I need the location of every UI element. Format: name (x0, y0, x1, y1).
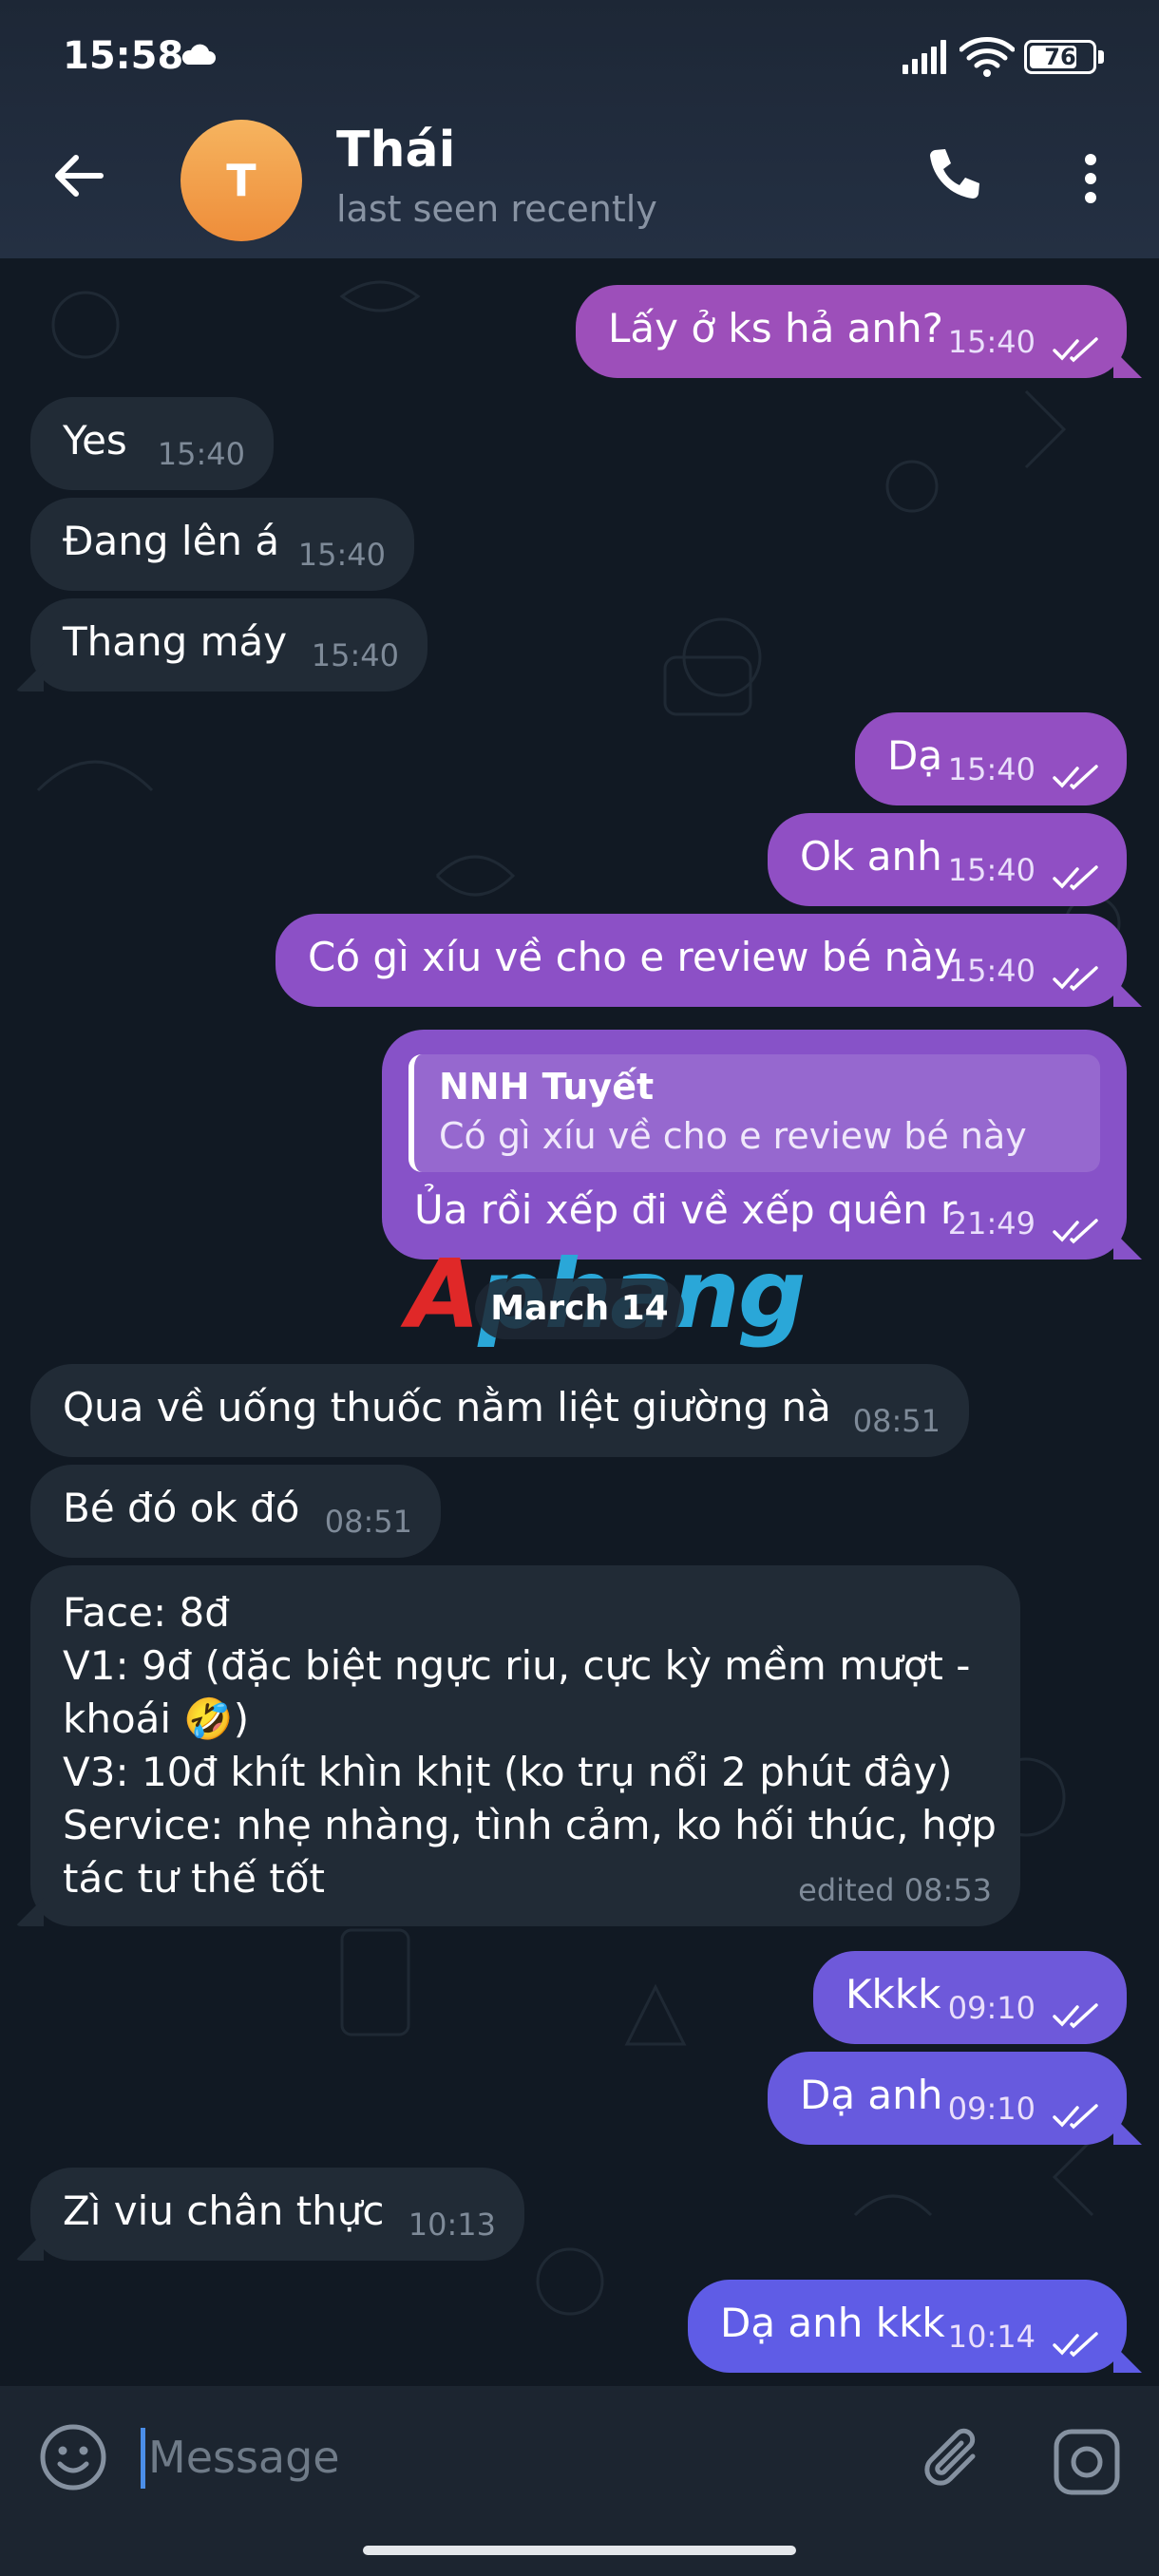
message-bubble-outgoing[interactable]: Kkkk 09:10 (813, 1951, 1127, 2044)
message-text: Ok anh (800, 833, 942, 880)
reply-author: NNH Tuyết (439, 1066, 655, 1108)
more-vertical-icon[interactable] (1072, 150, 1110, 207)
phone-icon[interactable] (922, 144, 984, 207)
signal-icon (902, 40, 946, 74)
double-check-icon (1053, 1219, 1098, 1244)
double-check-icon (1053, 865, 1098, 891)
message-time: 15:40 (947, 852, 1036, 888)
message-text: Qua về uống thuốc nằm liệt giường nà (63, 1384, 831, 1430)
date-divider: March 14 (475, 1279, 684, 1339)
message-text: Dạ anh kkk (720, 2300, 945, 2346)
reply-quote[interactable]: NNH Tuyết Có gì xíu về cho e review bé n… (408, 1054, 1100, 1172)
message-time: edited 08:53 (798, 1872, 992, 1908)
message-text: Đang lên á (63, 518, 280, 564)
message-time: 09:10 (947, 2091, 1036, 2127)
battery-tip (1098, 50, 1104, 64)
message-time: 15:40 (947, 751, 1036, 787)
chat-area[interactable]: Lấy ở ks hả anh? 15:40 Yes 15:40 Đang lê… (0, 258, 1159, 2386)
message-composer (0, 2386, 1159, 2576)
text-cursor (141, 2428, 145, 2489)
message-time: 09:10 (947, 1990, 1036, 2026)
message-bubble-incoming[interactable]: Đang lên á 15:40 (30, 498, 414, 591)
double-check-icon (1053, 765, 1098, 790)
double-check-icon (1053, 337, 1098, 363)
paperclip-icon[interactable] (918, 2424, 990, 2496)
message-input[interactable] (148, 2424, 813, 2491)
top-bar: 15:58 76 T Thái last seen recently (0, 0, 1159, 258)
message-bubble-incoming[interactable]: Zì viu chân thực 10:13 (30, 2168, 524, 2261)
message-bubble-incoming[interactable]: Face: 8đ V1: 9đ (đặc biệt ngực riu, cực … (30, 1565, 1020, 1926)
message-time: 15:40 (311, 637, 399, 673)
message-time: 10:14 (947, 2319, 1036, 2355)
message-text: Yes (63, 417, 127, 464)
message-bubble-outgoing[interactable]: Lấy ở ks hả anh? 15:40 (576, 285, 1127, 378)
double-check-icon (1053, 2104, 1098, 2130)
message-time: 21:49 (947, 1205, 1036, 1241)
message-bubble-outgoing[interactable]: Dạ 15:40 (855, 712, 1127, 805)
status-bar: 15:58 76 (0, 0, 1159, 114)
double-check-icon (1053, 2332, 1098, 2358)
message-text: Dạ anh (800, 2072, 943, 2118)
message-time: 08:51 (852, 1403, 940, 1439)
message-text: Face: 8đ V1: 9đ (đặc biệt ngực riu, cực … (63, 1589, 997, 1902)
reply-text: Có gì xíu về cho e review bé này (439, 1115, 1027, 1157)
double-check-icon (1053, 966, 1098, 992)
contact-name[interactable]: Thái (336, 122, 455, 179)
message-bubble-incoming[interactable]: Thang máy 15:40 (30, 598, 428, 691)
message-text: Zì viu chân thực (63, 2188, 385, 2234)
message-text: Bé đó ok đó (63, 1485, 300, 1531)
message-text: Có gì xíu về cho e review bé này (308, 934, 958, 980)
wifi-icon (960, 37, 1015, 77)
contact-status: last seen recently (336, 188, 657, 230)
message-bubble-outgoing[interactable]: Dạ anh kkk 10:14 (688, 2280, 1127, 2373)
double-check-icon (1053, 2003, 1098, 2029)
message-time: 08:51 (324, 1504, 412, 1540)
cloud-icon (181, 44, 216, 65)
message-bubble-outgoing-reply[interactable]: NNH Tuyết Có gì xíu về cho e review bé n… (382, 1030, 1127, 1260)
message-text: Lấy ở ks hả anh? (608, 305, 943, 351)
message-time: 15:40 (157, 436, 245, 472)
message-text: Ủa rồi xếp đi về xếp quên r (414, 1186, 958, 1233)
emoji-smile-icon[interactable] (38, 2422, 108, 2492)
message-text: Dạ (887, 732, 943, 779)
home-indicator[interactable] (363, 2546, 796, 2555)
message-bubble-incoming[interactable]: Qua về uống thuốc nằm liệt giường nà 08:… (30, 1364, 969, 1457)
arrow-left-icon[interactable] (46, 142, 112, 209)
message-time: 15:40 (947, 324, 1036, 360)
message-time: 10:13 (408, 2207, 496, 2243)
message-text: Kkkk (846, 1971, 941, 2017)
battery-indicator: 76 (1024, 40, 1096, 74)
message-bubble-outgoing[interactable]: Ok anh 15:40 (768, 813, 1127, 906)
message-bubble-incoming[interactable]: Yes 15:40 (30, 397, 274, 490)
status-time: 15:58 (63, 34, 184, 78)
message-bubble-outgoing[interactable]: Dạ anh 09:10 (768, 2052, 1127, 2145)
message-time: 15:40 (947, 953, 1036, 989)
camera-icon[interactable] (1051, 2426, 1123, 2498)
battery-percent: 76 (1044, 44, 1076, 70)
message-bubble-outgoing[interactable]: Có gì xíu về cho e review bé này 15:40 (276, 914, 1127, 1007)
message-time: 15:40 (297, 537, 386, 573)
message-text: Thang máy (63, 618, 288, 665)
avatar[interactable]: T (180, 120, 302, 241)
message-bubble-incoming[interactable]: Bé đó ok đó 08:51 (30, 1465, 441, 1558)
